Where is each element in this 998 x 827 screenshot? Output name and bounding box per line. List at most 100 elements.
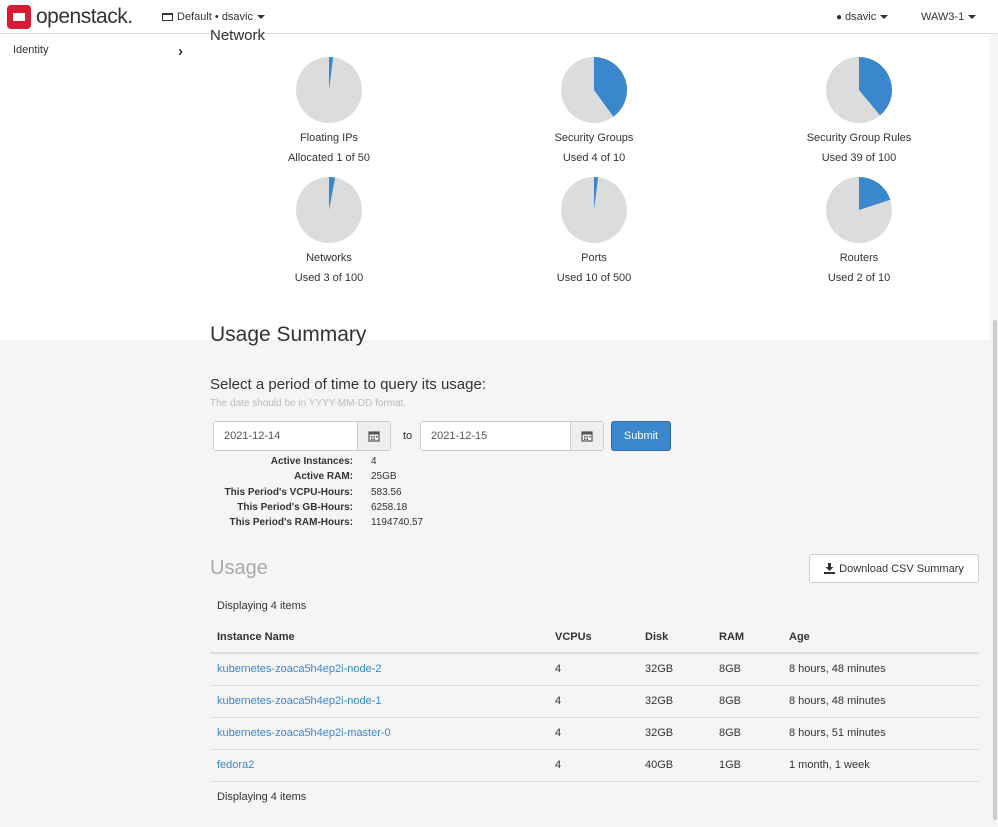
stat-value: 4 [371,456,377,467]
sidebar-item-identity[interactable]: Identity › [13,43,183,60]
stat-value: 25GB [371,471,397,483]
pie-usage-text: Used 39 of 100 [821,152,897,164]
usage-table: Instance Name VCPUs Disk RAM Age kuberne… [210,621,979,782]
quota-pie-ports: Ports Used 10 of 500 [504,176,684,284]
download-csv-label: Download CSV Summary [839,562,964,575]
chevron-down-icon [880,15,889,20]
cell-vcpus: 4 [548,717,638,750]
pie-label: Ports [581,252,607,264]
table-row: kubernetes-zoaca5h4ep2i-master-0 4 32GB … [210,717,979,750]
stat-value: 6258.18 [371,501,408,513]
download-csv-button[interactable]: Download CSV Summary [809,554,979,583]
project-dropdown[interactable]: Default • dsavic [162,11,265,23]
cell-instance-name: fedora2 [210,749,548,782]
cell-age: 8 hours, 48 minutes [782,685,979,718]
stat-key: This Period's RAM-Hours: [229,517,354,529]
quota-pie-security-groups: Security Groups Used 4 of 10 [504,56,684,164]
chevron-down-icon [257,15,265,20]
calendar-icon [368,431,380,442]
cell-instance-name: kubernetes-zoaca5h4ep2i-node-1 [210,685,548,718]
region-label: WAW3-1 [921,11,965,23]
stat-key: Active Instances: [270,456,353,467]
pie-label: Security Group Rules [806,132,912,144]
cell-ram: 8GB [712,653,782,686]
instance-link[interactable]: kubernetes-zoaca5h4ep2i-node-2 [217,663,382,675]
date-format-help: The date should be in YYYY-MM-DD format. [210,398,407,409]
stat-value: 1194740.57 [371,517,424,529]
stat-key: This Period's VCPU-Hours: [224,486,353,498]
cell-ram: 8GB [712,717,782,750]
cell-ram: 8GB [712,685,782,718]
cell-disk: 32GB [638,685,712,718]
stat-row: Active Instances: 4 [210,456,423,471]
cell-instance-name: kubernetes-zoaca5h4ep2i-master-0 [210,717,548,750]
quota-pie-security-group-rules: Security Group Rules Used 39 of 100 [769,56,949,164]
network-title: Network [210,27,266,44]
cell-instance-name: kubernetes-zoaca5h4ep2i-node-2 [210,653,548,686]
pie-chart [296,177,362,243]
instance-link[interactable]: kubernetes-zoaca5h4ep2i-node-1 [217,695,382,707]
col-ram[interactable]: RAM [712,621,782,654]
logo-text: openstack. [36,5,133,28]
pie-chart [561,57,628,123]
cell-disk: 40GB [638,749,712,782]
table-row: fedora2 4 40GB 1GB 1 month, 1 week [210,749,979,782]
usage-summary-title: Usage Summary [210,323,367,346]
region-dropdown[interactable]: WAW3-1 [921,11,977,23]
project-label: Default • dsavic [177,11,253,23]
start-calendar-button[interactable] [357,422,390,450]
start-date-group [213,421,391,451]
project-icon [162,13,173,21]
end-calendar-button[interactable] [570,422,603,450]
pie-usage-text: Used 4 of 10 [562,152,626,164]
cell-disk: 32GB [638,653,712,686]
submit-button[interactable]: Submit [611,421,671,451]
quota-pie-routers: Routers Used 2 of 10 [769,176,949,284]
start-date-input[interactable] [214,422,357,450]
stat-row: This Period's RAM-Hours: 1194740.57 [210,517,424,532]
instance-link[interactable]: kubernetes-zoaca5h4ep2i-master-0 [217,727,391,739]
col-age[interactable]: Age [782,621,979,654]
end-date-input[interactable] [421,422,570,450]
pie-label: Floating IPs [299,132,359,144]
top-navbar: openstack. Default • dsavic ● dsavic WAW3… [0,0,998,34]
cell-vcpus: 4 [548,653,638,686]
cell-age: 1 month, 1 week [782,749,979,782]
displaying-count-bottom: Displaying 4 items [217,791,307,803]
quota-pie-floating-ips: Floating IPs Allocated 1 of 50 [239,56,419,164]
col-disk[interactable]: Disk [638,621,712,654]
pie-label: Networks [306,252,352,264]
user-dropdown[interactable]: ● dsavic [836,11,889,23]
cell-vcpus: 4 [548,685,638,718]
usage-heading: Usage [210,557,268,579]
period-title: Select a period of time to query its usa… [210,376,486,393]
scrollbar-thumb[interactable] [993,320,997,820]
cell-ram: 1GB [712,749,782,782]
calendar-icon [581,431,593,442]
sidebar: Identity › [0,34,192,340]
pie-label: Routers [839,252,879,264]
chevron-right-icon: › [178,43,183,60]
table-row: kubernetes-zoaca5h4ep2i-node-1 4 32GB 8G… [210,685,979,718]
table-header-row: Instance Name VCPUs Disk RAM Age [210,621,979,654]
stat-value: 583.56 [371,486,402,498]
instance-link[interactable]: fedora2 [217,759,254,771]
download-icon [824,563,836,574]
user-icon: ● [836,12,843,23]
openstack-logo[interactable]: openstack. [7,5,133,29]
openstack-logo-icon [7,5,31,29]
pie-usage-text: Allocated 1 of 50 [288,152,370,164]
end-date-group [420,421,604,451]
col-vcpus[interactable]: VCPUs [548,621,638,654]
pie-chart [296,57,362,123]
pie-usage-text: Used 10 of 500 [556,272,632,284]
table-row: kubernetes-zoaca5h4ep2i-node-2 4 32GB 8G… [210,653,979,686]
quota-pie-networks: Networks Used 3 of 100 [239,176,419,284]
stat-key: Active RAM: [294,471,353,483]
stat-row: Active RAM: 25GB [210,471,423,486]
cell-age: 8 hours, 51 minutes [782,717,979,750]
pie-usage-text: Used 2 of 10 [827,272,891,284]
col-instance-name[interactable]: Instance Name [210,621,548,654]
stat-row: This Period's VCPU-Hours: 583.56 [210,487,423,502]
stat-key: This Period's GB-Hours: [237,501,353,513]
